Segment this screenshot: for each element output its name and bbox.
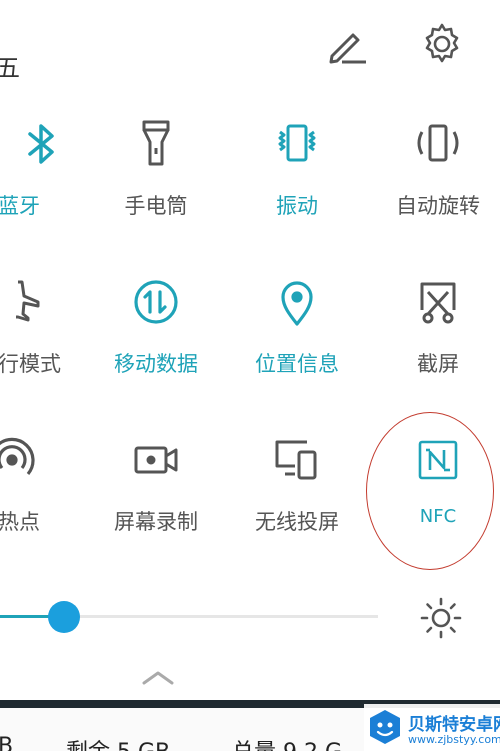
tile-mobile-data[interactable]: 移动数据 bbox=[96, 274, 216, 414]
hotspot-icon bbox=[0, 437, 35, 476]
tile-label: 移动数据 bbox=[114, 352, 198, 376]
annotation-circle bbox=[366, 412, 494, 570]
storage-remaining: 剩余 5 GB bbox=[66, 734, 170, 751]
storage-fragment: B bbox=[0, 734, 14, 751]
tile-label: 截屏 bbox=[417, 352, 459, 376]
tile-location[interactable]: 位置信息 bbox=[237, 274, 357, 414]
flashlight-icon bbox=[142, 120, 170, 166]
sun-icon[interactable] bbox=[420, 597, 462, 639]
screen-cast-icon bbox=[275, 440, 317, 480]
tile-screen-cast[interactable]: 无线投屏 bbox=[237, 432, 357, 572]
tile-vibrate[interactable]: 振动 bbox=[237, 116, 357, 256]
storage-total: 总量 9.2 G bbox=[232, 734, 342, 751]
mobile-data-icon bbox=[134, 280, 178, 324]
brightness-slider-thumb[interactable] bbox=[48, 601, 80, 633]
watermark-title: 贝斯特安卓网 bbox=[408, 715, 500, 735]
tile-label: 无线投屏 bbox=[255, 510, 339, 534]
watermark: 贝斯特安卓网 www.zjbstyy.com bbox=[364, 704, 500, 751]
tile-auto-rotate[interactable]: 自动旋转 bbox=[378, 116, 498, 256]
airplane-icon bbox=[16, 280, 40, 322]
watermark-logo-icon bbox=[370, 710, 400, 744]
tile-label: 屏幕录制 bbox=[114, 510, 198, 534]
tile-label: 振动 bbox=[276, 194, 318, 218]
auto-rotate-icon bbox=[417, 124, 459, 162]
quick-settings-panel: 五 蓝牙 手电筒 振动 自动旋转 行模式 移动数据 位置信息 截屏 热点 屏幕录… bbox=[0, 0, 500, 751]
date-text: 五 bbox=[0, 54, 20, 82]
location-icon bbox=[281, 281, 313, 326]
screen-record-icon bbox=[134, 446, 178, 474]
tile-label: 手电筒 bbox=[124, 194, 188, 218]
vibrate-icon bbox=[278, 124, 316, 162]
bluetooth-icon bbox=[28, 124, 54, 164]
tile-label: 位置信息 bbox=[255, 352, 339, 376]
tile-screen-record[interactable]: 屏幕录制 bbox=[96, 432, 216, 572]
tile-flashlight[interactable]: 手电筒 bbox=[96, 116, 216, 256]
chevron-up-icon[interactable] bbox=[140, 668, 176, 688]
tile-screenshot[interactable]: 截屏 bbox=[378, 274, 498, 414]
screenshot-icon bbox=[420, 282, 456, 324]
watermark-url: www.zjbstyy.com bbox=[408, 733, 500, 746]
pencil-icon[interactable] bbox=[322, 22, 370, 70]
tile-label: 自动旋转 bbox=[396, 194, 480, 218]
gear-icon[interactable] bbox=[418, 20, 466, 68]
